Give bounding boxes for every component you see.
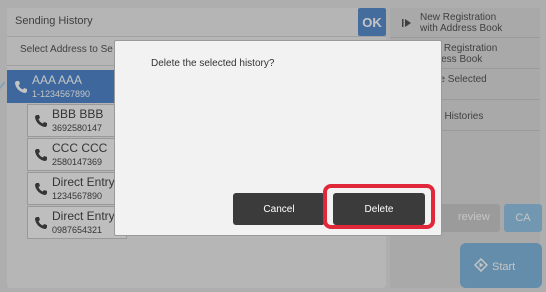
dialog-message: Delete the selected history? (151, 58, 275, 69)
cancel-button[interactable]: Cancel (233, 193, 325, 225)
delete-highlight-frame (323, 184, 435, 229)
screen: Sending History OK Select Address to Se … (0, 0, 546, 292)
